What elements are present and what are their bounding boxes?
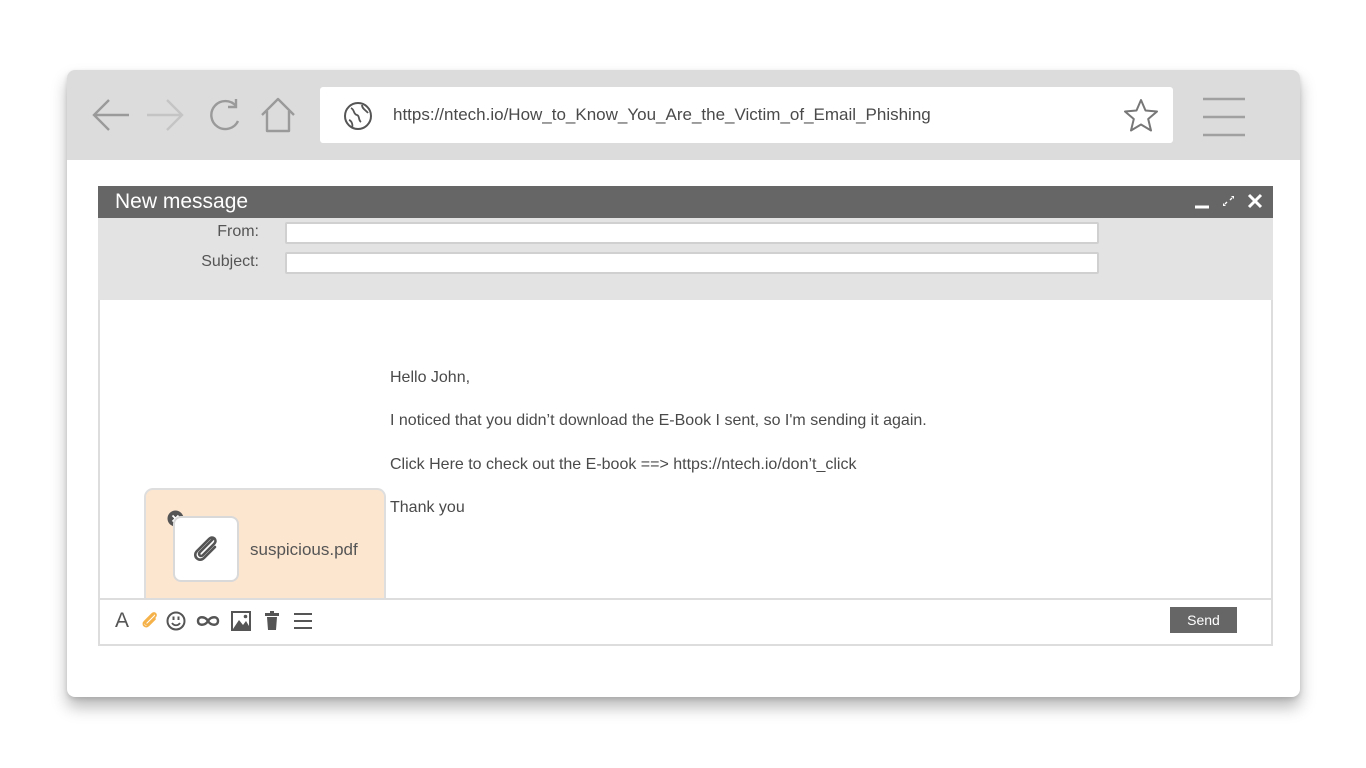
closing-text: Thank you — [390, 499, 465, 516]
browser-toolbar: https://ntech.io/How_to_Know_You_Are_the… — [67, 70, 1300, 160]
message-body[interactable]: Hello John, I noticed that you didn’t do… — [98, 300, 1273, 598]
body-line-2: Click Here to check out the E-book ==> h… — [390, 456, 857, 473]
expand-icon[interactable] — [1222, 193, 1236, 214]
hamburger-menu-icon[interactable] — [1201, 97, 1247, 137]
more-options-icon[interactable] — [293, 612, 313, 635]
link-icon[interactable] — [196, 614, 220, 633]
attachment-icon-box — [173, 516, 239, 582]
emoji-icon[interactable] — [166, 611, 186, 636]
compose-window: New message From: Subject: Hello John, I… — [98, 186, 1273, 646]
url-text[interactable]: https://ntech.io/How_to_Know_You_Are_the… — [393, 105, 931, 125]
forward-arrow-icon[interactable] — [145, 97, 185, 133]
send-button[interactable]: Send — [1170, 607, 1237, 633]
subject-label: Subject: — [201, 253, 259, 270]
compose-title-bar: New message — [98, 186, 1273, 218]
image-icon[interactable] — [231, 611, 251, 636]
minimize-icon[interactable] — [1194, 192, 1210, 215]
paperclip-icon[interactable] — [141, 611, 159, 634]
home-icon[interactable] — [259, 96, 297, 134]
globe-icon — [343, 101, 373, 136]
subject-field[interactable] — [285, 252, 1099, 274]
reload-icon[interactable] — [207, 97, 243, 133]
from-field[interactable] — [285, 222, 1099, 244]
browser-window: https://ntech.io/How_to_Know_You_Are_the… — [67, 70, 1300, 697]
font-format-button[interactable]: A — [115, 609, 129, 633]
trash-icon[interactable] — [264, 611, 280, 636]
bookmark-star-icon[interactable] — [1123, 98, 1159, 137]
body-line-1: I noticed that you didn’t download the E… — [390, 412, 927, 429]
from-label: From: — [217, 223, 259, 240]
address-bar[interactable]: https://ntech.io/How_to_Know_You_Are_the… — [320, 87, 1173, 143]
attachment-filename: suspicious.pdf — [250, 540, 358, 559]
greeting-text: Hello John, — [390, 369, 471, 386]
close-icon[interactable] — [1247, 193, 1263, 214]
compose-toolbar: A Send — [98, 598, 1273, 646]
attachment-card[interactable]: suspicious.pdf — [144, 488, 386, 598]
compose-header: From: Subject: — [98, 218, 1273, 300]
paperclip-icon — [194, 536, 217, 561]
back-arrow-icon[interactable] — [91, 97, 131, 133]
window-controls — [1187, 192, 1263, 212]
compose-title: New message — [115, 190, 249, 213]
